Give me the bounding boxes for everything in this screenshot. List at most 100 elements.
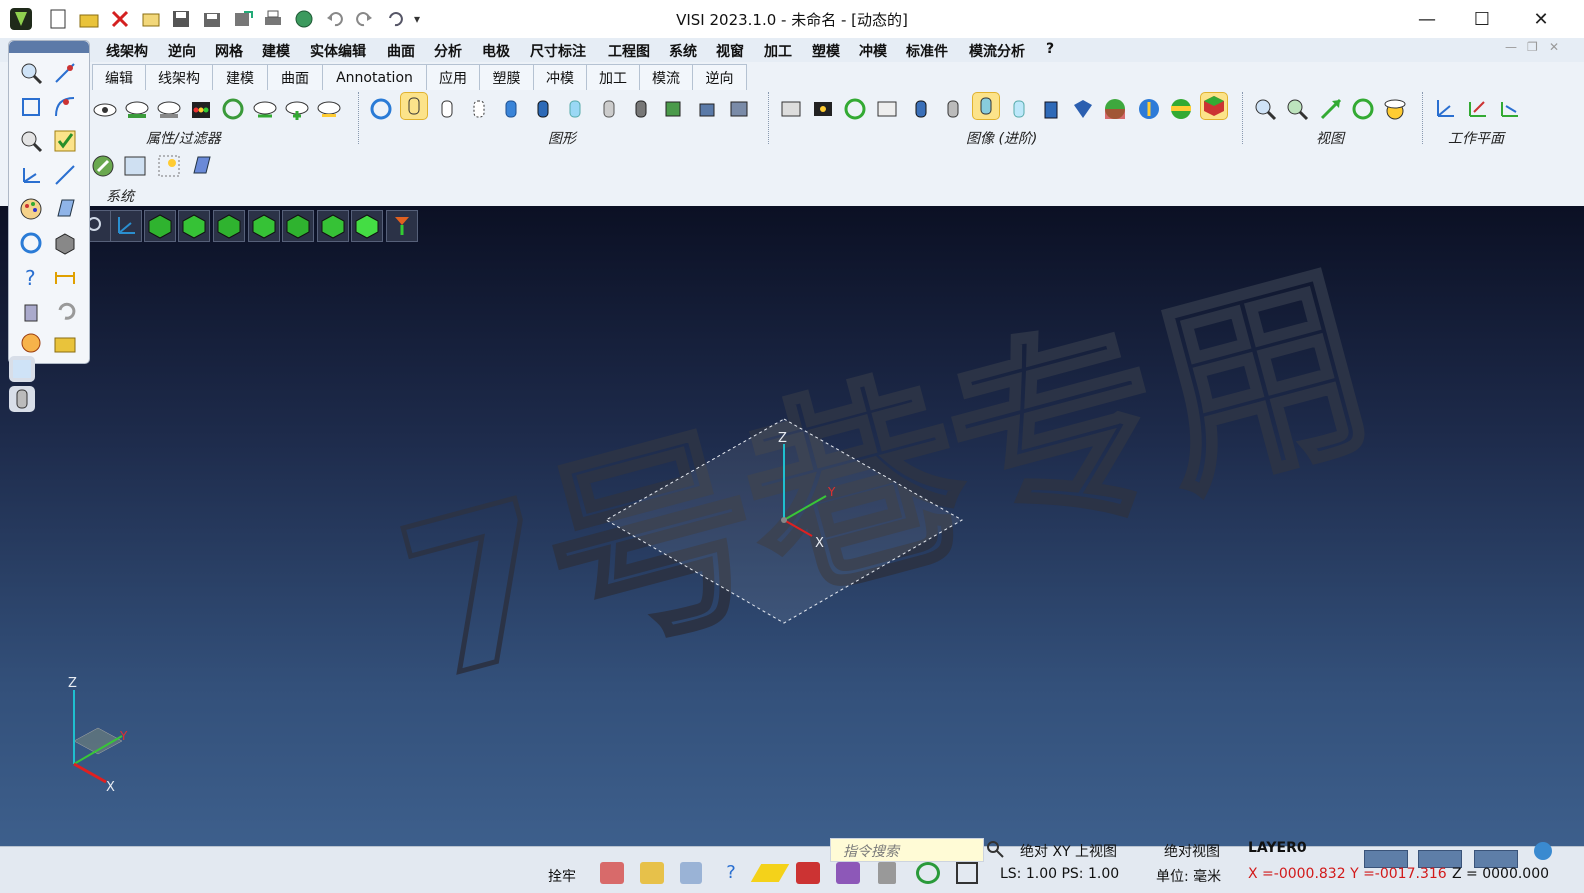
view-cube-front-icon[interactable]	[178, 210, 210, 242]
menu-system[interactable]: 系统	[669, 41, 697, 61]
undo-gray-icon[interactable]	[52, 298, 78, 324]
cut-tool-icon[interactable]	[796, 862, 820, 884]
open-file-arrow-icon[interactable]	[52, 330, 78, 356]
workplane-triad-icon[interactable]	[18, 162, 44, 188]
view-cube-top-icon[interactable]	[144, 210, 176, 242]
pick-segment-icon[interactable]	[52, 162, 78, 188]
system-config-icon[interactable]	[122, 153, 148, 179]
regenerate-icon[interactable]	[18, 230, 44, 256]
mdi-minimize-icon[interactable]: —	[1505, 40, 1517, 54]
system-settings-icon[interactable]	[90, 153, 116, 179]
material-cylinder-icon[interactable]	[908, 96, 934, 122]
section-view-icon[interactable]	[660, 96, 686, 122]
system-plane-icon[interactable]	[188, 153, 214, 179]
column-icon[interactable]	[878, 862, 896, 884]
layer-label[interactable]: LAYER0	[1248, 840, 1307, 856]
green-sphere-icon[interactable]	[1102, 96, 1128, 122]
close-button[interactable]: ✕	[1512, 0, 1570, 38]
globe-icon[interactable]	[1534, 842, 1552, 860]
refresh-status-icon[interactable]	[916, 862, 940, 884]
tab-reverse[interactable]: 逆向	[692, 64, 747, 90]
print-status-icon[interactable]	[680, 862, 702, 884]
help-status-icon[interactable]: ?	[720, 862, 742, 884]
pan-arrow-icon[interactable]	[1318, 96, 1344, 122]
menu-dimension[interactable]: 尺寸标注	[530, 41, 586, 61]
absolute-view-label[interactable]: 绝对视图	[1164, 841, 1220, 861]
refresh-filter-icon[interactable]	[220, 96, 246, 122]
blue-cube-icon[interactable]	[1070, 96, 1096, 122]
view-face-icon[interactable]	[1382, 96, 1408, 122]
render-edit-icon[interactable]	[874, 96, 900, 122]
maximize-button[interactable]: ☐	[1453, 0, 1511, 38]
workplane-axes-icon[interactable]	[1432, 96, 1458, 122]
delete-bin-icon[interactable]	[18, 298, 44, 324]
mdi-restore-icon[interactable]: ❐	[1527, 40, 1538, 54]
zoom-view-icon[interactable]	[1252, 96, 1278, 122]
blue-drop-sphere-icon[interactable]	[1136, 96, 1162, 122]
system-grid-icon[interactable]	[156, 153, 182, 179]
menu-mesh[interactable]: 网格	[215, 41, 243, 61]
view-mode-label[interactable]: 绝对 XY 上视图	[1020, 841, 1117, 861]
measure-distance-icon[interactable]	[52, 264, 78, 290]
view-custom-icon[interactable]	[386, 210, 418, 242]
filter-eye-minus-icon[interactable]	[156, 96, 182, 122]
menu-machining[interactable]: 加工	[764, 41, 792, 61]
minimize-button[interactable]: —	[1398, 0, 1456, 38]
section-cut-icon[interactable]	[694, 96, 720, 122]
tab-flow[interactable]: 模流	[639, 64, 693, 90]
view-cube-bottom-icon[interactable]	[317, 210, 349, 242]
mdi-close-icon[interactable]: ✕	[1549, 40, 1559, 54]
view-cube-right-icon[interactable]	[213, 210, 245, 242]
pick-curve-icon[interactable]	[52, 94, 78, 120]
zoom-window-icon[interactable]	[1284, 96, 1310, 122]
tab-wireframe[interactable]: 线架构	[145, 64, 213, 90]
view-cube-back-icon[interactable]	[282, 210, 314, 242]
explode-icon[interactable]	[18, 330, 44, 356]
wireframe-cylinder-icon[interactable]	[400, 92, 428, 120]
color-cube-icon[interactable]	[1200, 92, 1228, 120]
menu-surface[interactable]: 曲面	[387, 41, 415, 61]
render-grid-icon[interactable]	[778, 96, 804, 122]
view-cube-left-icon[interactable]	[248, 210, 280, 242]
menu-electrode[interactable]: 电极	[482, 41, 510, 61]
menu-analysis[interactable]: 分析	[434, 41, 462, 61]
cube-color-icon[interactable]	[836, 862, 860, 884]
material-bin-icon[interactable]	[1038, 96, 1064, 122]
menu-modeling[interactable]: 建模	[262, 41, 290, 61]
command-search-field[interactable]: 指令搜索	[830, 838, 984, 862]
menu-mould[interactable]: 塑模	[812, 41, 840, 61]
cylinder-tool-icon[interactable]	[9, 386, 35, 412]
filter-eye-plus-icon[interactable]	[124, 96, 150, 122]
menu-help[interactable]: ?	[1046, 41, 1054, 57]
plane-sheet-icon[interactable]	[52, 196, 78, 222]
solid-box-icon[interactable]	[52, 230, 78, 256]
tab-machining[interactable]: 加工	[586, 64, 640, 90]
workplane-rotate-icon[interactable]	[1496, 96, 1522, 122]
snap-mode-icon[interactable]	[600, 862, 624, 884]
regen-icon[interactable]	[368, 96, 394, 122]
tab-mould[interactable]: 塑膜	[479, 64, 534, 90]
rotate-view-icon[interactable]	[1350, 96, 1376, 122]
menu-reverse[interactable]: 逆向	[168, 41, 196, 61]
bounding-box-icon[interactable]	[18, 94, 44, 120]
pick-line-icon[interactable]	[52, 60, 78, 86]
material-gray-icon[interactable]	[940, 96, 966, 122]
render-refresh-icon[interactable]	[842, 96, 868, 122]
traffic-light-icon[interactable]	[188, 96, 214, 122]
show-eye-icon[interactable]	[284, 96, 310, 122]
axis-orient-icon[interactable]	[110, 210, 142, 242]
tab-edit[interactable]: 编辑	[92, 64, 146, 90]
graphics-viewport[interactable]: 7号巷专用 Z Y X Z Y X	[0, 206, 1584, 846]
layered-sphere-icon[interactable]	[1168, 96, 1194, 122]
snap-label[interactable]: 拴牢	[548, 866, 576, 886]
material-apply-icon[interactable]	[972, 92, 1000, 120]
tab-modeling[interactable]: 建模	[212, 64, 268, 90]
menu-wireframe[interactable]: 线架构	[106, 41, 148, 61]
transparency-icon[interactable]	[1006, 96, 1032, 122]
help-icon[interactable]: ?	[18, 264, 44, 290]
zoom-select-icon[interactable]	[18, 128, 44, 154]
search-icon[interactable]	[986, 840, 1004, 858]
workplane-move-icon[interactable]	[1464, 96, 1490, 122]
menu-drafting[interactable]: 工程图	[608, 41, 650, 61]
shaded-cylinder-icon[interactable]	[498, 96, 524, 122]
